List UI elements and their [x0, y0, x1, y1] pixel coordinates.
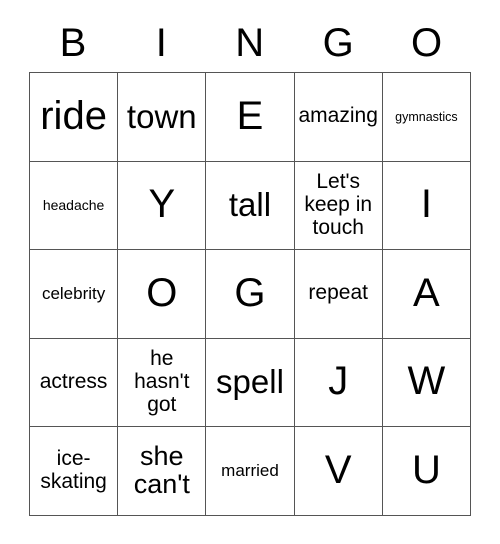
- bingo-cell-text: town: [126, 97, 197, 135]
- bingo-cell[interactable]: celebrity: [30, 250, 119, 339]
- bingo-cell-text: actress: [39, 369, 108, 393]
- header-letter-i: I: [155, 21, 168, 65]
- bingo-cell-text: V: [324, 447, 352, 492]
- bingo-header-row: B I N G O: [29, 14, 471, 72]
- bingo-cell[interactable]: actress: [30, 338, 119, 427]
- bingo-cell-text: she can't: [133, 441, 190, 499]
- header-letter-o: O: [410, 21, 443, 65]
- bingo-cell-text: he hasn't got: [134, 347, 190, 416]
- bingo-cell[interactable]: headache: [30, 161, 119, 250]
- bingo-cell[interactable]: married: [206, 427, 295, 516]
- bingo-cell[interactable]: E: [206, 73, 295, 162]
- bingo-cell[interactable]: O: [118, 250, 207, 339]
- bingo-cell[interactable]: she can't: [118, 427, 207, 516]
- bingo-cell-text: E: [236, 93, 264, 138]
- bingo-cell-text: headache: [42, 197, 105, 214]
- bingo-cell[interactable]: Let's keep in touch: [294, 161, 383, 250]
- header-letter-b: B: [59, 21, 87, 65]
- bingo-cell-text: J: [328, 359, 349, 404]
- bingo-cell[interactable]: V: [294, 427, 383, 516]
- bingo-cell-text: spell: [216, 363, 284, 401]
- bingo-cell-text: A: [413, 270, 440, 315]
- bingo-cell-text: ice- skating: [40, 447, 107, 493]
- bingo-cell-text: amazing: [298, 104, 378, 128]
- bingo-cell[interactable]: gymnastics: [382, 73, 471, 162]
- bingo-cell-text: married: [221, 461, 279, 481]
- bingo-cell[interactable]: G: [206, 250, 295, 339]
- bingo-cell[interactable]: J: [294, 338, 383, 427]
- bingo-cell[interactable]: spell: [206, 338, 295, 427]
- bingo-cell-text: celebrity: [41, 284, 106, 304]
- bingo-cell-text: U: [411, 447, 441, 492]
- bingo-cell[interactable]: ice- skating: [30, 427, 119, 516]
- bingo-cell-text: gymnastics: [395, 109, 458, 124]
- bingo-card: B I N G O ride town E amazing gymnastics…: [29, 14, 471, 516]
- bingo-cell[interactable]: W: [382, 338, 471, 427]
- bingo-cell[interactable]: U: [382, 427, 471, 516]
- bingo-cell[interactable]: town: [118, 73, 207, 162]
- bingo-cell-text: I: [420, 182, 432, 227]
- bingo-cell[interactable]: repeat: [294, 250, 383, 339]
- bingo-cell-text: W: [407, 359, 446, 404]
- bingo-cell-text: tall: [228, 186, 272, 224]
- bingo-cell[interactable]: he hasn't got: [118, 338, 207, 427]
- header-letter-g: G: [322, 21, 355, 65]
- bingo-cell[interactable]: ride: [30, 73, 119, 162]
- bingo-cell[interactable]: I: [382, 161, 471, 250]
- bingo-cell[interactable]: A: [382, 250, 471, 339]
- bingo-grid: ride town E amazing gymnastics headache …: [29, 72, 471, 516]
- bingo-cell-text: repeat: [308, 281, 368, 305]
- bingo-cell-text: ride: [40, 93, 107, 138]
- bingo-cell[interactable]: tall: [206, 161, 295, 250]
- bingo-cell[interactable]: Y: [118, 161, 207, 250]
- bingo-cell[interactable]: amazing: [294, 73, 383, 162]
- bingo-cell-text: Y: [148, 182, 176, 227]
- bingo-cell-text: O: [146, 270, 178, 315]
- bingo-cell-text: G: [234, 270, 266, 315]
- header-letter-n: N: [235, 21, 265, 65]
- bingo-cell-text: Let's keep in touch: [304, 170, 373, 239]
